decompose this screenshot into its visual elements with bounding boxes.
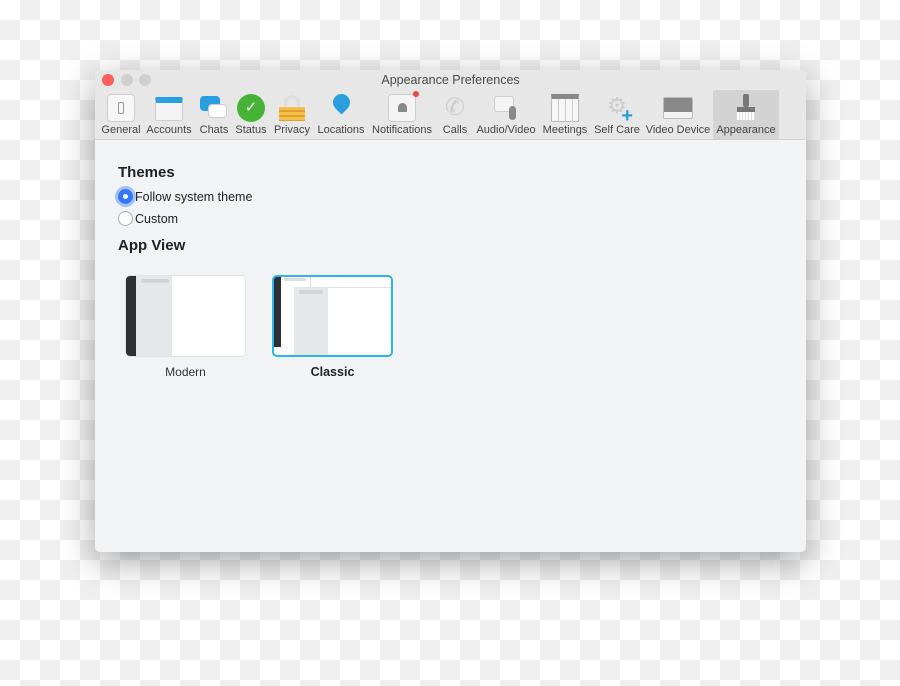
status-icon: ✓ — [237, 94, 265, 122]
tab-label: Accounts — [146, 124, 192, 136]
bell-icon — [388, 91, 419, 122]
custom-theme-label[interactable]: Custom — [135, 212, 178, 226]
gear-plus-icon: ⚙ + — [607, 93, 633, 127]
tab-notifications[interactable]: Notifications — [370, 90, 434, 139]
tab-label: Locations — [317, 124, 365, 136]
tab-label: Status — [235, 124, 267, 136]
window-title: Appearance Preferences — [381, 73, 520, 87]
tab-label: Self Care — [594, 124, 640, 136]
lock-icon — [278, 94, 306, 122]
tab-label: Calls — [442, 124, 468, 136]
tab-label: Chats — [199, 124, 229, 136]
custom-theme-radio[interactable] — [118, 211, 133, 226]
tab-calls[interactable]: ✆ Calls — [438, 90, 472, 139]
brush-icon — [732, 94, 760, 122]
toolbar: Appearance Preferences General Accounts … — [95, 70, 806, 140]
follow-system-theme-radio[interactable] — [118, 189, 133, 204]
modern-view-label: Modern — [165, 365, 206, 379]
tab-video-device[interactable]: Video Device — [644, 90, 712, 139]
calendar-icon — [551, 94, 579, 122]
camera-mic-icon — [492, 94, 520, 122]
tab-label: Video Device — [645, 124, 711, 136]
tab-accounts[interactable]: Accounts — [145, 90, 193, 139]
classic-view-label: Classic — [310, 365, 355, 379]
tab-label: Privacy — [273, 124, 311, 136]
tab-label: General — [101, 124, 141, 136]
tab-general[interactable]: General — [101, 90, 141, 139]
tab-status[interactable]: ✓ Status — [234, 90, 268, 139]
accounts-icon — [155, 97, 183, 121]
phone-icon: ✆ — [444, 94, 466, 121]
tab-self-care[interactable]: ⚙ + Self Care — [593, 90, 641, 139]
classic-view-option[interactable] — [272, 275, 393, 357]
location-pin-icon — [327, 90, 355, 122]
tab-appearance[interactable]: Appearance — [713, 90, 779, 139]
general-icon — [107, 94, 135, 122]
tab-locations[interactable]: Locations — [315, 90, 367, 139]
tab-label: Audio/Video — [476, 124, 536, 136]
tab-audio-video[interactable]: Audio/Video — [475, 90, 537, 139]
themes-heading: Themes — [118, 164, 175, 181]
follow-system-theme-label[interactable]: Follow system theme — [135, 190, 252, 204]
modern-view-option[interactable] — [125, 275, 246, 357]
tab-label: Meetings — [542, 124, 588, 136]
tab-meetings[interactable]: Meetings — [541, 90, 589, 139]
tab-label: Appearance — [716, 124, 776, 136]
tab-label: Notifications — [372, 124, 432, 136]
preferences-window: Appearance Preferences General Accounts … — [95, 70, 806, 552]
chats-icon — [200, 94, 228, 122]
tab-chats[interactable]: Chats — [197, 90, 231, 139]
monitor-icon — [663, 97, 693, 119]
tab-privacy[interactable]: Privacy — [272, 90, 312, 139]
app-view-heading: App View — [118, 237, 186, 254]
